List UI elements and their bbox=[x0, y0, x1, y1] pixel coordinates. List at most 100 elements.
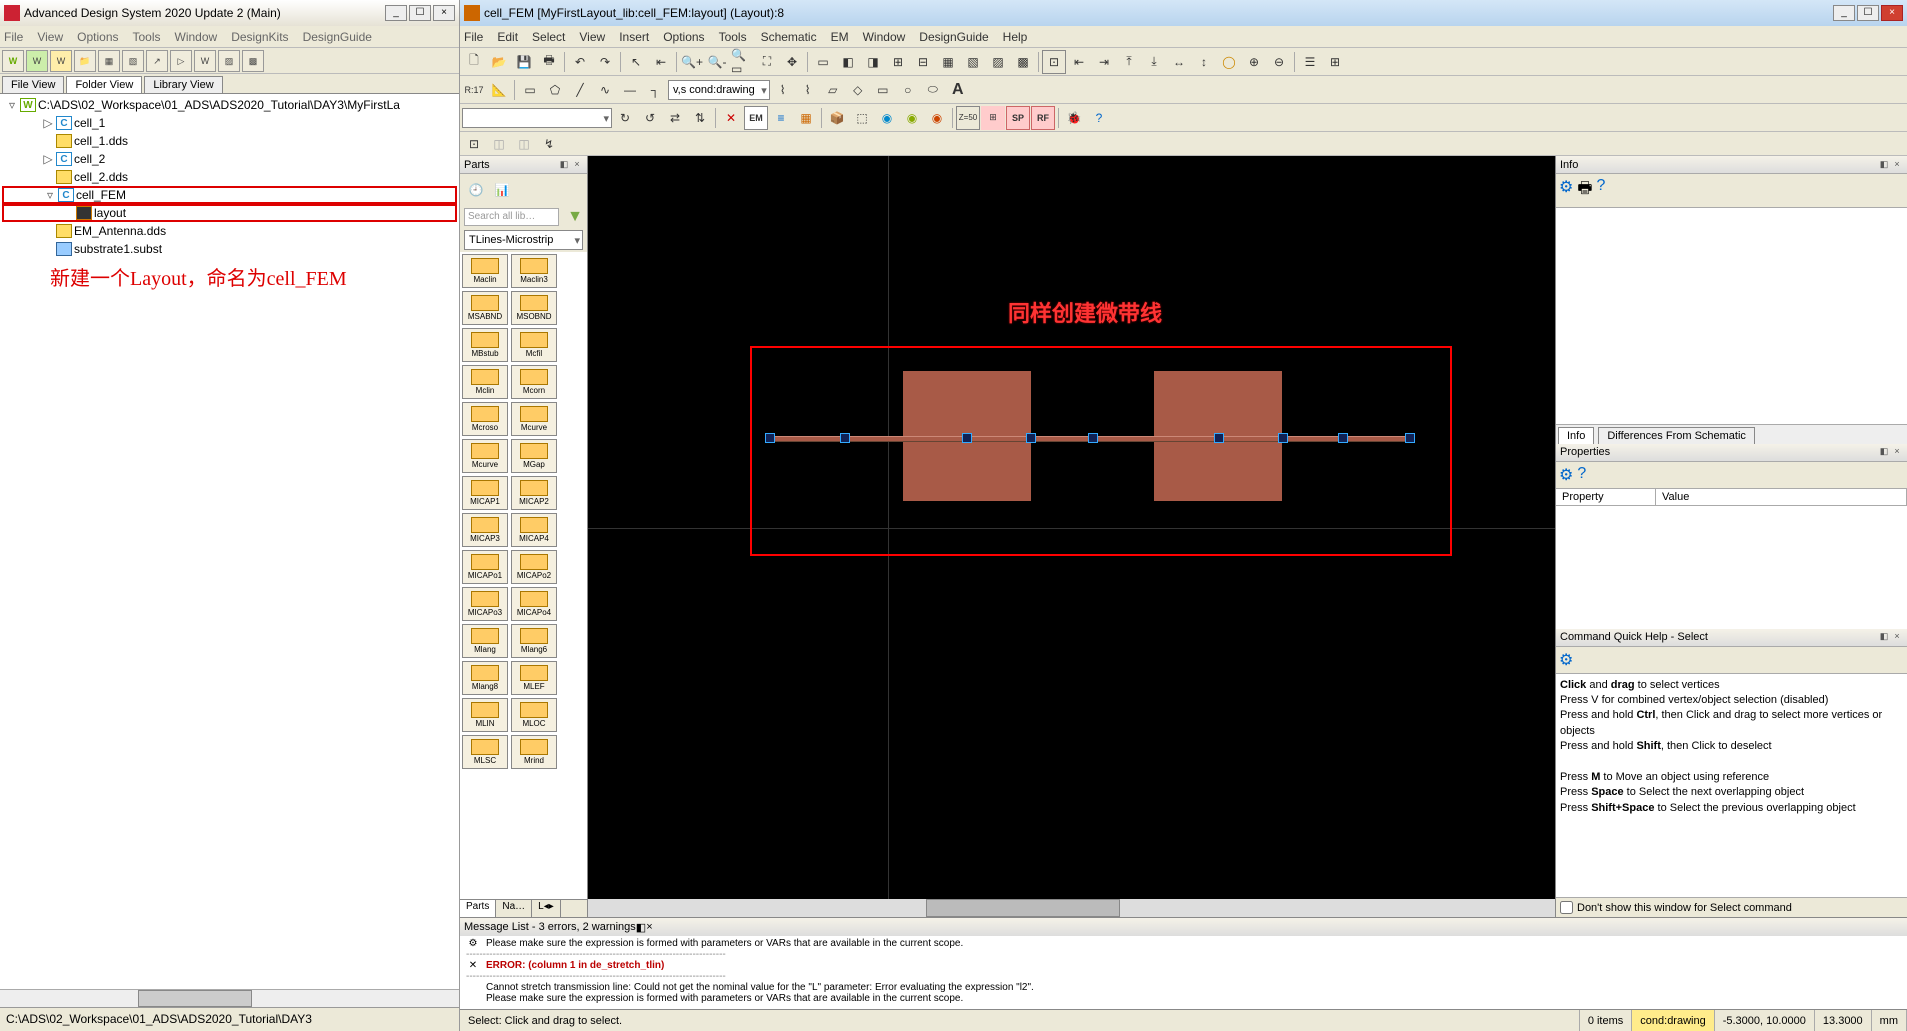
tb-btn-g[interactable]: ▧ bbox=[961, 50, 985, 74]
tb-btn-9[interactable]: W bbox=[194, 50, 216, 72]
part-micap4[interactable]: MICAP4 bbox=[511, 513, 557, 547]
gear-icon[interactable]: ⚙ bbox=[1559, 177, 1573, 204]
menu-tools[interactable]: Tools bbox=[133, 30, 161, 44]
pin-7[interactable] bbox=[1278, 433, 1288, 443]
tab-file-view[interactable]: File View bbox=[2, 76, 64, 93]
path-tool-icon[interactable]: ∿ bbox=[593, 78, 617, 102]
snap-icon[interactable]: ⊡ bbox=[1042, 50, 1066, 74]
props-body[interactable]: Property Value bbox=[1556, 489, 1907, 629]
props-pin-icon[interactable]: ◧ bbox=[1878, 446, 1890, 458]
part-mlef[interactable]: MLEF bbox=[511, 661, 557, 695]
tb-btn-x1[interactable]: ⊕ bbox=[1242, 50, 1266, 74]
ruler-button[interactable]: R:17 bbox=[462, 78, 486, 102]
sp-button[interactable]: SP bbox=[1006, 106, 1030, 130]
lmenu-insert[interactable]: Insert bbox=[619, 30, 649, 44]
info-close-icon[interactable]: × bbox=[1891, 159, 1903, 171]
tree-item-cell-2[interactable]: ▷Ccell_2 bbox=[2, 150, 457, 168]
layout-minimize-button[interactable]: _ bbox=[1833, 5, 1855, 21]
part-mloc[interactable]: MLOC bbox=[511, 698, 557, 732]
part-micapo1[interactable]: MICAPo1 bbox=[462, 550, 508, 584]
lmenu-view[interactable]: View bbox=[579, 30, 605, 44]
msg-close-icon[interactable]: × bbox=[646, 921, 652, 933]
tree-item-cell-1[interactable]: ▷Ccell_1 bbox=[2, 114, 457, 132]
line-tool-icon[interactable]: ╱ bbox=[568, 78, 592, 102]
filter-icon[interactable]: ▼ bbox=[567, 208, 583, 226]
layers-icon[interactable]: ☰ bbox=[1298, 50, 1322, 74]
redo-icon[interactable]: ↷ bbox=[593, 50, 617, 74]
part-mclin[interactable]: Mclin bbox=[462, 365, 508, 399]
part-mcurve[interactable]: Mcurve bbox=[511, 402, 557, 436]
em-button[interactable]: EM bbox=[744, 106, 768, 130]
info-tab-0[interactable]: Info bbox=[1558, 427, 1594, 444]
bug-icon[interactable]: 🐞 bbox=[1062, 106, 1086, 130]
part-mgap[interactable]: MGap bbox=[511, 439, 557, 473]
part-mcorn[interactable]: Mcorn bbox=[511, 365, 557, 399]
layout-canvas[interactable]: 同样创建微带线 bbox=[588, 156, 1555, 899]
ellipse-icon[interactable]: ⬭ bbox=[921, 78, 945, 102]
pin-5[interactable] bbox=[1088, 433, 1098, 443]
tb-btn-3[interactable]: W bbox=[50, 50, 72, 72]
cursor-icon[interactable]: ↖ bbox=[624, 50, 648, 74]
pin-3[interactable] bbox=[962, 433, 972, 443]
rf-button[interactable]: RF bbox=[1031, 106, 1055, 130]
parts-grid[interactable]: MaclinMaclin3MSABNDMSOBNDMBstubMcfilMcli… bbox=[460, 252, 587, 899]
message-list-body[interactable]: ⚙Please make sure the expression is form… bbox=[460, 936, 1907, 1009]
component-combo[interactable] bbox=[462, 108, 612, 128]
rect-tool-icon[interactable]: ▭ bbox=[518, 78, 542, 102]
pin-9[interactable] bbox=[1405, 433, 1415, 443]
tb3-f[interactable]: ≡ bbox=[769, 106, 793, 130]
trace2-icon[interactable]: ⌇ bbox=[796, 78, 820, 102]
part-msobnd[interactable]: MSOBND bbox=[511, 291, 557, 325]
lmenu-schematic[interactable]: Schematic bbox=[761, 30, 817, 44]
tb3-a[interactable]: ↻ bbox=[613, 106, 637, 130]
grid-icon[interactable]: ⊞ bbox=[1323, 50, 1347, 74]
tb-btn-7[interactable]: ↗ bbox=[146, 50, 168, 72]
pin-8[interactable] bbox=[1338, 433, 1348, 443]
message-list-header[interactable]: Message List - 3 errors, 2 warnings ◧× bbox=[460, 918, 1907, 936]
help-header[interactable]: Command Quick Help - Select ◧× bbox=[1556, 629, 1907, 647]
folder-icon[interactable]: 📁 bbox=[74, 50, 96, 72]
history-icon[interactable]: 🕘 bbox=[464, 178, 488, 202]
tb4-b[interactable]: ◫ bbox=[487, 132, 511, 156]
tb-btn-f[interactable]: ▦ bbox=[936, 50, 960, 74]
parts-tab-0[interactable]: Parts bbox=[460, 900, 496, 917]
prop-col-property[interactable]: Property bbox=[1556, 489, 1656, 505]
straight-icon[interactable]: — bbox=[618, 78, 642, 102]
tb3-l[interactable]: ◉ bbox=[925, 106, 949, 130]
part-mcfil[interactable]: Mcfil bbox=[511, 328, 557, 362]
tb-btn-2[interactable]: W bbox=[26, 50, 48, 72]
zoom-in-icon[interactable]: 🔍+ bbox=[680, 50, 704, 74]
measure-icon[interactable]: 📐 bbox=[487, 78, 511, 102]
parts-tab-1[interactable]: Na… bbox=[496, 900, 532, 917]
dist-h-icon[interactable]: ↔ bbox=[1167, 50, 1191, 74]
dist-v-icon[interactable]: ↕ bbox=[1192, 50, 1216, 74]
info-tab-1[interactable]: Differences From Schematic bbox=[1598, 427, 1755, 444]
lmenu-edit[interactable]: Edit bbox=[497, 30, 518, 44]
lmenu-window[interactable]: Window bbox=[863, 30, 906, 44]
layout-close-button[interactable]: × bbox=[1881, 5, 1903, 21]
menu-designguide[interactable]: DesignGuide bbox=[303, 30, 372, 44]
main-title-bar[interactable]: Advanced Design System 2020 Update 2 (Ma… bbox=[0, 0, 459, 26]
help-checkbox[interactable] bbox=[1560, 901, 1573, 914]
help2-icon[interactable]: ? bbox=[1596, 177, 1605, 204]
tb4-d[interactable]: ↯ bbox=[537, 132, 561, 156]
parts-header[interactable]: Parts ◧× bbox=[460, 156, 587, 174]
layout-title-bar[interactable]: cell_FEM [MyFirstLayout_lib:cell_FEM:lay… bbox=[460, 0, 1907, 26]
part-mlsc[interactable]: MLSC bbox=[462, 735, 508, 769]
tb-btn-d[interactable]: ⊞ bbox=[886, 50, 910, 74]
part-maclin[interactable]: Maclin bbox=[462, 254, 508, 288]
circle-icon[interactable]: ◯ bbox=[1217, 50, 1241, 74]
help3-icon[interactable]: ? bbox=[1577, 465, 1586, 485]
pin-1[interactable] bbox=[765, 433, 775, 443]
part-mcurve[interactable]: Mcurve bbox=[462, 439, 508, 473]
gear3-icon[interactable]: ⚙ bbox=[1559, 652, 1573, 669]
tb-btn-h[interactable]: ▨ bbox=[986, 50, 1010, 74]
end-icon[interactable]: ⇤ bbox=[649, 50, 673, 74]
message-line[interactable]: ✕ERROR: (column 1 in de_stretch_tlin) bbox=[466, 960, 1901, 971]
menu-view[interactable]: View bbox=[37, 30, 63, 44]
pan-icon[interactable]: ✥ bbox=[780, 50, 804, 74]
pin-icon[interactable]: ◧ bbox=[558, 159, 570, 171]
tree-hscroll[interactable] bbox=[0, 989, 459, 1007]
tb-btn-5[interactable]: ▦ bbox=[98, 50, 120, 72]
help-pin-icon[interactable]: ◧ bbox=[1878, 631, 1890, 643]
